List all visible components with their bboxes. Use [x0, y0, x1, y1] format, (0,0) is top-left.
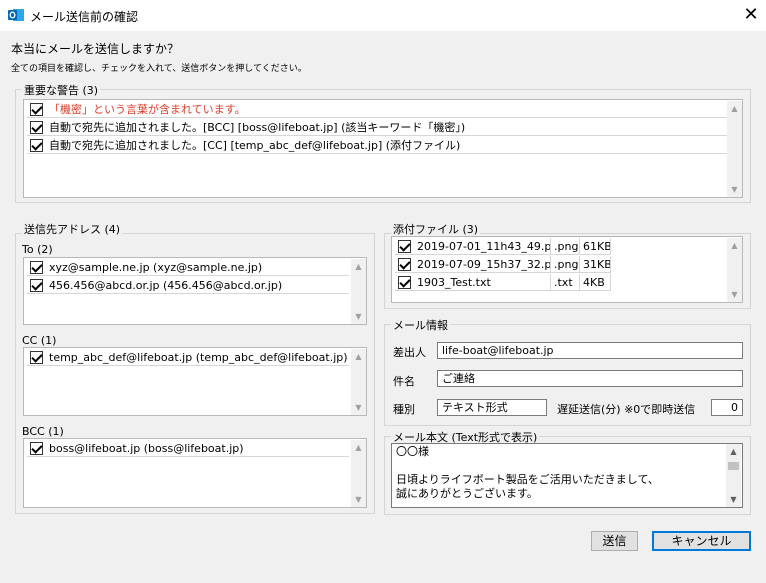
attachment-ext: .png — [551, 256, 580, 273]
cc-list: temp_abc_def@lifeboat.jp (temp_abc_def@l… — [23, 347, 367, 416]
type-field[interactable]: テキスト形式 — [437, 399, 547, 416]
bcc-checkbox[interactable] — [30, 442, 43, 455]
attachments-list: 2019-07-01_11h43_49.png .png 61KB 2019-0… — [391, 236, 743, 303]
window-title: メール送信前の確認 — [30, 10, 139, 24]
attachment-size: 61KB — [580, 238, 611, 255]
body-line: 〇〇様 — [396, 445, 429, 458]
scroll-down-icon[interactable]: ▼ — [727, 287, 742, 302]
cancel-button[interactable]: キャンセル — [652, 531, 751, 551]
to-checkbox[interactable] — [30, 279, 43, 292]
attachment-row: 1903_Test.txt .txt 4KB — [395, 274, 611, 291]
scroll-down-icon[interactable]: ▼ — [726, 492, 741, 507]
recipients-group-label: 送信先アドレス (4) — [22, 221, 123, 237]
attachment-ext: .png — [551, 238, 580, 255]
subject-label: 件名 — [393, 375, 415, 388]
attachment-row: 2019-07-09_15h37_32.png .png 31KB — [395, 256, 611, 273]
attachment-row: 2019-07-01_11h43_49.png .png 61KB — [395, 238, 611, 255]
mail-info-group-label: メール情報 — [391, 317, 450, 333]
warning-text: 自動で宛先に追加されました。[BCC] [boss@lifeboat.jp] (… — [49, 121, 466, 134]
type-label: 種別 — [393, 403, 415, 416]
page-subheading: 全ての項目を確認し、チェックを入れて、送信ボタンを押してください。 — [11, 64, 307, 74]
delay-field[interactable]: 0 — [711, 399, 743, 416]
warnings-list: 「機密」という言葉が含まれています。 自動で宛先に追加されました。[BCC] [… — [23, 99, 743, 198]
mail-body-textarea[interactable]: 〇〇様 日頃よりライフボート製品をご活用いただきまして、 誠にありがとうございま… — [391, 443, 743, 508]
to-item: 456.456@abcd.or.jp (456.456@abcd.or.jp) — [27, 277, 349, 294]
bcc-label: BCC (1) — [22, 425, 64, 438]
sender-label: 差出人 — [393, 346, 426, 359]
scroll-down-icon[interactable]: ▼ — [351, 492, 366, 507]
warnings-group-label: 重要な警告 (3) — [22, 82, 101, 98]
sender-field[interactable]: life-boat@lifeboat.jp — [437, 342, 743, 359]
body-line: 誠にありがとうございます。 — [396, 487, 538, 500]
to-address: 456.456@abcd.or.jp (456.456@abcd.or.jp) — [49, 279, 283, 292]
delay-label: 遅延送信(分) ※0で即時送信 — [557, 403, 696, 416]
scroll-down-icon[interactable]: ▼ — [351, 400, 366, 415]
attachment-name: 2019-07-01_11h43_49.png — [414, 238, 551, 255]
scroll-up-icon[interactable]: ▲ — [351, 440, 366, 455]
subject-field[interactable]: ご連絡 — [437, 370, 743, 387]
attachment-size: 4KB — [580, 274, 611, 291]
cc-scrollbar[interactable]: ▲ ▼ — [351, 349, 366, 415]
to-label: To (2) — [22, 243, 53, 256]
attachments-scrollbar[interactable]: ▲ ▼ — [727, 238, 742, 302]
warnings-scrollbar[interactable]: ▲ ▼ — [727, 101, 742, 197]
cc-item: temp_abc_def@lifeboat.jp (temp_abc_def@l… — [27, 349, 349, 366]
to-list: xyz@sample.ne.jp (xyz@sample.ne.jp) 456.… — [23, 257, 367, 325]
mail-body-scrollbar[interactable]: ▲ ▼ — [726, 444, 741, 507]
attachments-group-label: 添付ファイル (3) — [391, 221, 481, 237]
warning-item: 自動で宛先に追加されました。[CC] [temp_abc_def@lifeboa… — [27, 137, 727, 154]
warning-item: 自動で宛先に追加されました。[BCC] [boss@lifeboat.jp] (… — [27, 119, 727, 136]
body-line — [396, 459, 659, 473]
bcc-list: boss@lifeboat.jp (boss@lifeboat.jp) ▲ ▼ — [23, 438, 367, 508]
attachment-ext: .txt — [551, 274, 580, 291]
scroll-up-icon[interactable]: ▲ — [727, 101, 742, 116]
to-scrollbar[interactable]: ▲ ▼ — [351, 259, 366, 324]
attachment-name: 1903_Test.txt — [414, 274, 551, 291]
warning-item: 「機密」という言葉が含まれています。 — [27, 101, 727, 118]
attachment-checkbox[interactable] — [398, 240, 411, 253]
scroll-down-icon[interactable]: ▼ — [727, 182, 742, 197]
warning-text: 「機密」という言葉が含まれています。 — [49, 103, 246, 116]
attachment-checkbox[interactable] — [398, 276, 411, 289]
close-icon[interactable]: ✕ — [739, 3, 763, 27]
body-line: 日頃よりライフボート製品をご活用いただきまして、 — [396, 473, 659, 486]
scroll-down-icon[interactable]: ▼ — [351, 309, 366, 324]
bcc-address: boss@lifeboat.jp (boss@lifeboat.jp) — [49, 442, 244, 455]
attachment-name: 2019-07-09_15h37_32.png — [414, 256, 551, 273]
scroll-thumb[interactable] — [728, 462, 739, 470]
scroll-up-icon[interactable]: ▲ — [727, 238, 742, 253]
attachment-checkbox[interactable] — [398, 258, 411, 271]
send-button[interactable]: 送信 — [591, 531, 638, 551]
scroll-up-icon[interactable]: ▲ — [351, 259, 366, 274]
scroll-up-icon[interactable]: ▲ — [726, 444, 741, 459]
warning-text: 自動で宛先に追加されました。[CC] [temp_abc_def@lifeboa… — [49, 139, 461, 152]
outlook-icon — [8, 9, 24, 21]
cc-checkbox[interactable] — [30, 351, 43, 364]
to-address: xyz@sample.ne.jp (xyz@sample.ne.jp) — [49, 261, 263, 274]
attachment-size: 31KB — [580, 256, 611, 273]
bcc-item: boss@lifeboat.jp (boss@lifeboat.jp) — [27, 440, 349, 457]
cc-address: temp_abc_def@lifeboat.jp (temp_abc_def@l… — [49, 351, 348, 364]
page-heading: 本当にメールを送信しますか？ — [11, 42, 180, 56]
warning-checkbox[interactable] — [30, 121, 43, 134]
bcc-scrollbar[interactable]: ▲ ▼ — [351, 440, 366, 507]
cc-label: CC (1) — [22, 334, 57, 347]
warning-checkbox[interactable] — [30, 139, 43, 152]
to-item: xyz@sample.ne.jp (xyz@sample.ne.jp) — [27, 259, 349, 276]
to-checkbox[interactable] — [30, 261, 43, 274]
warning-checkbox[interactable] — [30, 103, 43, 116]
scroll-up-icon[interactable]: ▲ — [351, 349, 366, 364]
